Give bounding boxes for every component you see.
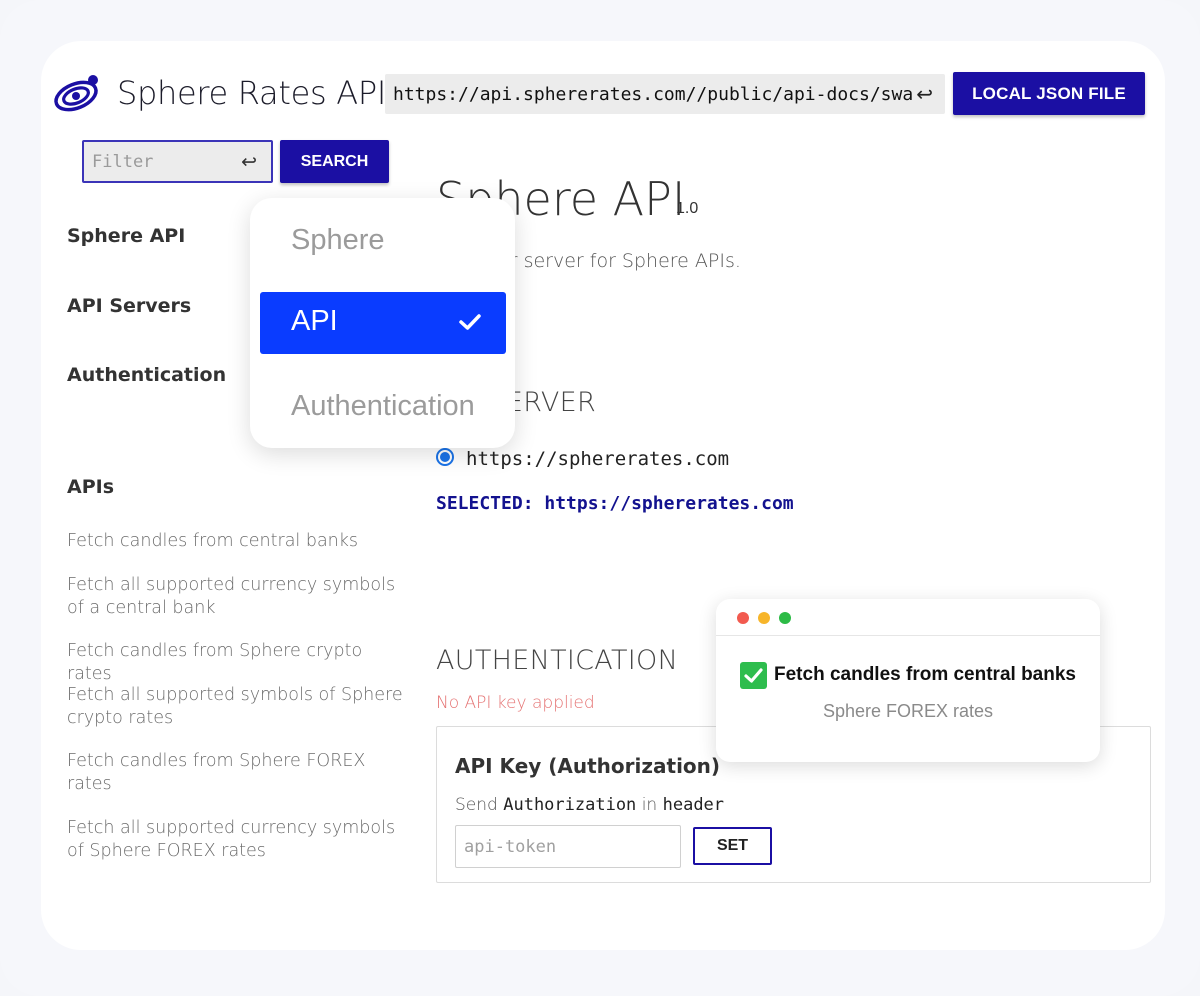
set-api-key-button[interactable]: SET xyxy=(693,827,772,865)
sidebar-api-link[interactable]: Fetch candles from Sphere FOREX rates xyxy=(67,750,407,796)
authentication-section-heading: AUTHENTICATION xyxy=(436,645,679,676)
filter-input[interactable]: Filter ↩ xyxy=(82,140,273,183)
server-url-label[interactable]: https://sphererates.com xyxy=(466,448,729,470)
version-label: 1.0 xyxy=(676,200,699,217)
send-word: Send xyxy=(455,795,498,815)
spec-url-value: https://api.sphererates.com//public/api-… xyxy=(393,83,913,105)
notification-subtitle: Sphere FOREX rates xyxy=(822,701,994,721)
sidebar-heading-authentication[interactable]: Authentication xyxy=(67,364,226,386)
sphere-logo-icon xyxy=(52,70,104,118)
spec-url-input[interactable]: https://api.sphererates.com//public/api-… xyxy=(385,74,945,114)
notification-window: Fetch candles from central banks Sphere … xyxy=(716,599,1100,762)
dropdown-item-authentication[interactable]: Authentication xyxy=(291,390,475,423)
auth-key-name: Authorization xyxy=(503,795,637,815)
dropdown-item-label: API xyxy=(291,305,338,337)
no-api-key-status: No API key applied xyxy=(436,693,595,713)
enter-icon[interactable]: ↩ xyxy=(916,82,933,107)
sidebar-api-link[interactable]: Fetch all supported currency symbols of … xyxy=(67,817,407,863)
enter-icon[interactable]: ↩ xyxy=(241,151,257,174)
sidebar-heading-apis[interactable]: APIs xyxy=(67,476,114,498)
search-button[interactable]: SEARCH xyxy=(280,140,389,183)
dropdown-item-api-selected[interactable]: API xyxy=(260,292,506,354)
server-radio[interactable] xyxy=(436,448,454,466)
sidebar-api-link[interactable]: Fetch all supported symbols of Sphere cr… xyxy=(67,684,407,730)
maximize-dot-icon[interactable] xyxy=(779,612,791,624)
check-icon xyxy=(740,662,767,689)
minimize-dot-icon[interactable] xyxy=(758,612,770,624)
sidebar-heading-sphere-api[interactable]: Sphere API xyxy=(67,225,185,247)
sidebar-api-link[interactable]: Fetch candles from central banks xyxy=(67,530,407,553)
sidebar-heading-api-servers[interactable]: API Servers xyxy=(67,295,191,317)
dropdown-item-sphere[interactable]: Sphere xyxy=(291,224,385,257)
brand-title: Sphere Rates API xyxy=(117,74,386,112)
selected-server-text: SELECTED: https://sphererates.com xyxy=(436,493,794,514)
api-token-input[interactable]: api-token xyxy=(455,825,681,868)
local-json-file-button[interactable]: LOCAL JSON FILE xyxy=(953,72,1145,115)
sidebar-api-link[interactable]: Fetch all supported currency symbols of … xyxy=(67,574,407,620)
notification-titlebar xyxy=(716,599,1100,636)
section-dropdown-menu: Sphere API Authentication xyxy=(250,198,515,448)
api-token-placeholder: api-token xyxy=(464,836,557,857)
filter-placeholder: Filter xyxy=(92,151,154,172)
checkmark-icon xyxy=(458,310,482,334)
sidebar-api-link[interactable]: Fetch candles from Sphere crypto rates xyxy=(67,640,407,686)
notification-title: Fetch candles from central banks xyxy=(774,664,1076,685)
api-key-title: API Key (Authorization) xyxy=(455,754,721,778)
in-word: in xyxy=(641,795,658,815)
close-dot-icon[interactable] xyxy=(737,612,749,624)
api-key-description: Send Authorization in header xyxy=(455,795,724,815)
auth-key-location: header xyxy=(662,795,725,815)
